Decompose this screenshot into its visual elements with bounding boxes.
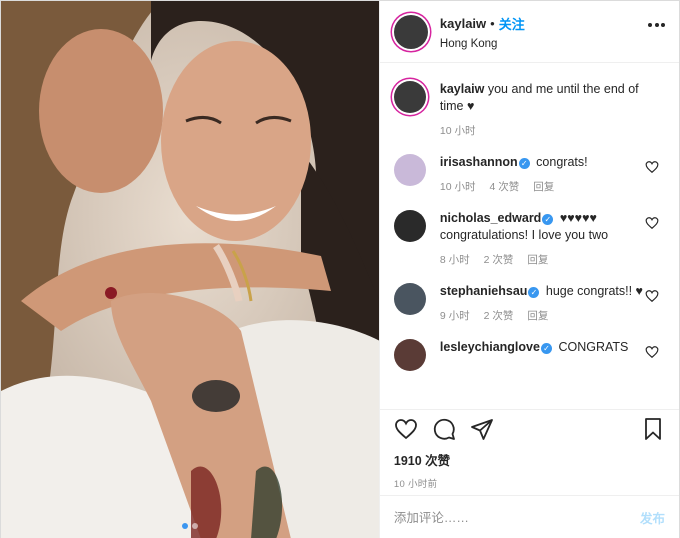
follow-button[interactable]: 关注 [499, 14, 525, 33]
caption: kaylaiw you and me until the end of time… [393, 81, 665, 140]
comment-time: 10 小时 [439, 181, 476, 193]
heart-icon[interactable] [394, 417, 418, 441]
header-separator: • [490, 15, 495, 31]
post-actions: 1910 次赞 10 小时前 [379, 409, 679, 490]
commenter-username[interactable]: nicholas_edward [440, 211, 541, 225]
comment-likes[interactable]: 2 次赞 [484, 252, 514, 269]
more-horizontal-icon[interactable] [648, 23, 665, 27]
comment-item: nicholas_edward ✓ ♥♥♥♥♥ congratulations! … [393, 210, 665, 269]
post-comment-button[interactable]: 发布 [640, 508, 665, 527]
comment-like-heart-icon[interactable] [645, 216, 659, 230]
commenter-username[interactable]: lesleychianglove [440, 340, 540, 354]
commenter-username[interactable]: stephaniehsau [440, 284, 528, 298]
comment-like-heart-icon[interactable] [645, 160, 659, 174]
send-icon[interactable] [470, 417, 494, 441]
commenter-username[interactable]: irisashannon [440, 155, 518, 169]
post-timestamp: 10 小时前 [393, 479, 438, 490]
likes-count[interactable]: 1910 次赞 [394, 450, 665, 469]
commenter-avatar[interactable] [393, 154, 426, 186]
carousel-dots [1, 523, 379, 529]
comment-text: CONGRATS [558, 340, 629, 354]
author-avatar[interactable] [393, 14, 428, 49]
add-comment-bar: 发布 [379, 495, 679, 538]
comment-likes[interactable]: 4 次赞 [490, 179, 520, 196]
verified-badge-icon: ✓ [540, 343, 552, 354]
post-photo[interactable] [1, 1, 379, 538]
caption-username[interactable]: kaylaiw [440, 82, 484, 96]
caption-avatar[interactable] [393, 81, 426, 113]
comment-input[interactable] [393, 510, 640, 525]
caption-time: 10 小时 [439, 125, 476, 137]
commenter-avatar[interactable] [393, 210, 426, 242]
comment-text: congrats! [536, 155, 588, 169]
reply-button[interactable]: 回复 [527, 308, 548, 325]
reply-button[interactable]: 回复 [527, 252, 548, 269]
comment-time: 8 小时 [439, 254, 470, 266]
reply-button[interactable]: 回复 [533, 179, 554, 196]
comment-text: huge congrats!! ♥ [545, 284, 643, 298]
carousel-dot[interactable] [191, 523, 198, 529]
comments-list[interactable]: kaylaiw you and me until the end of time… [380, 63, 679, 409]
comment-likes[interactable]: 2 次赞 [484, 308, 514, 325]
commenter-avatar[interactable] [393, 283, 426, 315]
post-header: kaylaiw • 关注 Hong Kong [379, 1, 679, 63]
instagram-post: kaylaiw • 关注 Hong Kong kaylaiw you and m… [0, 0, 680, 538]
comment-icon[interactable] [432, 417, 456, 441]
comment-like-heart-icon[interactable] [645, 289, 659, 303]
comment-time: 9 小时 [439, 310, 470, 322]
verified-badge-icon: ✓ [542, 214, 554, 225]
comment-item: irisashannon ✓ congrats! 10 小时 4 次赞 回复 [393, 154, 665, 196]
post-side-panel: kaylaiw • 关注 Hong Kong kaylaiw you and m… [378, 1, 679, 538]
bookmark-icon[interactable] [641, 417, 665, 441]
verified-badge-icon: ✓ [528, 287, 540, 298]
photo-illustration [1, 1, 379, 538]
comment-item: lesleychianglove ✓ CONGRATS [393, 339, 665, 371]
commenter-avatar[interactable] [393, 339, 426, 371]
author-username[interactable]: kaylaiw [440, 16, 486, 31]
verified-badge-icon: ✓ [518, 158, 530, 169]
comment-item: stephaniehsau ✓ huge congrats!! ♥ 9 小时 2 … [393, 283, 665, 325]
carousel-dot[interactable] [181, 523, 188, 529]
comment-like-heart-icon[interactable] [645, 345, 659, 359]
post-location[interactable]: Hong Kong [440, 38, 525, 50]
